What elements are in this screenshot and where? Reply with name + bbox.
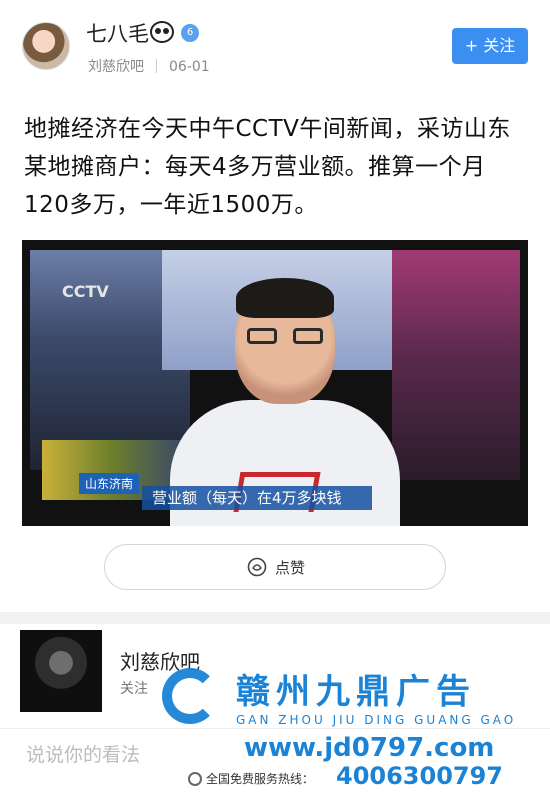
author-card-follow[interactable]: 关注 [120,678,148,698]
watermark-title: 赣州九鼎广告 [236,672,476,712]
author-name[interactable]: 七八毛 [86,18,149,48]
author-avatar[interactable] [22,22,70,70]
meta-divider [156,59,157,73]
panda-emoji-icon [150,21,174,43]
watermark-phone: 4006300797 [336,762,503,790]
glasses-icon [247,328,323,346]
like-icon [247,557,267,577]
phone-icon [188,772,202,786]
post-text: 地摊经济在今天中午CCTV午间新闻，采访山东某地摊商户：每天4多万营业额。推算一… [24,116,511,218]
interviewee-hair [236,278,334,318]
news-caption: 营业额（每天）在4万多块钱 [142,486,372,510]
watermark-logo-icon [162,668,218,724]
like-label: 点赞 [275,559,306,577]
post-image[interactable]: CCTV 山东济南 营业额（每天）在4万多块钱 [22,240,528,526]
source-label[interactable]: 刘慈欣吧 [88,59,144,75]
post-header: 七八毛 6 刘慈欣吧 06-01 + 关注 [0,0,550,88]
post-date: 06-01 [169,59,210,75]
watermark-hotline-label: 全国免费服务热线： [206,772,315,786]
channel-logo: CCTV [62,282,109,301]
background-scene-right [392,250,520,480]
watermark-url: www.jd0797.com [244,733,495,763]
post-meta: 刘慈欣吧 06-01 [88,56,210,76]
like-button[interactable]: 点赞 [104,544,446,590]
section-divider [0,612,550,624]
level-badge: 6 [181,24,199,42]
location-tag: 山东济南 [79,473,140,494]
author-card-avatar[interactable] [20,630,102,712]
follow-button[interactable]: + 关注 [452,28,528,64]
comment-input[interactable] [24,737,228,773]
watermark-pinyin: GAN ZHOU JIU DING GUANG GAO [236,713,517,727]
